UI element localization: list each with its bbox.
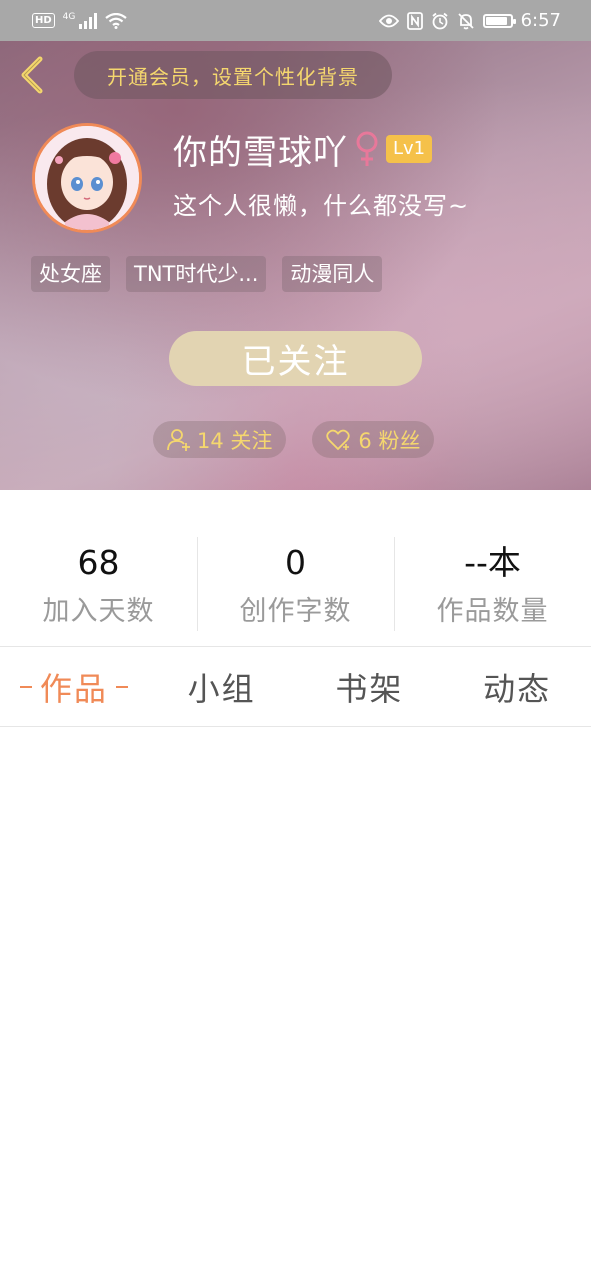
add-user-icon <box>167 428 190 451</box>
vip-background-banner[interactable]: 开通会员，设置个性化背景 <box>74 51 392 99</box>
level-badge: Lv1 <box>386 135 433 163</box>
tag-list: 处女座 TNT时代少... 动漫同人 <box>31 256 383 292</box>
mute-bell-icon <box>457 12 474 29</box>
status-bar: HD 4G 6:57 <box>0 0 591 41</box>
stat-word-count: 0 创作字数 <box>197 537 394 631</box>
nfc-icon <box>406 11 423 30</box>
chevron-left-icon <box>21 56 43 94</box>
female-icon <box>356 131 378 166</box>
status-right: 6:57 <box>378 10 561 31</box>
nickname: 你的雪球吖 <box>173 132 348 173</box>
following-button[interactable]: 14 关注 <box>153 421 287 458</box>
tag-item[interactable]: TNT时代少... <box>126 256 267 292</box>
avatar[interactable] <box>32 123 142 233</box>
tab-works[interactable]: 作品 <box>0 648 148 726</box>
wifi-icon <box>105 12 128 29</box>
stat-days-joined: 68 加入天数 <box>0 537 197 631</box>
stats-row: 68 加入天数 0 创作字数 --本 作品数量 <box>0 537 591 631</box>
heart-icon <box>326 429 351 450</box>
stat-label: 作品数量 <box>436 596 549 627</box>
tab-label: 小组 <box>187 670 256 708</box>
following-count: 14 关注 <box>197 428 273 453</box>
nickname-row: 你的雪球吖 Lv1 <box>173 125 433 173</box>
eye-icon <box>378 14 399 27</box>
tab-groups[interactable]: 小组 <box>148 648 296 726</box>
tab-bar: 作品 小组 书架 动态 <box>0 648 591 726</box>
tab-indicator <box>115 686 128 688</box>
back-button[interactable] <box>12 53 52 97</box>
profile-header: 开通会员，设置个性化背景 你的雪球吖 Lv1 这个人很懒，什么都没写~ 处女座 … <box>0 41 591 490</box>
tab-label: 作品 <box>39 670 108 708</box>
signal-icon <box>79 12 98 29</box>
followers-button[interactable]: 6 粉丝 <box>312 421 435 458</box>
battery-icon <box>482 13 516 28</box>
battery-level <box>485 16 507 25</box>
stat-label: 创作字数 <box>239 596 352 627</box>
alarm-icon <box>432 12 448 29</box>
status-time: 6:57 <box>520 10 561 31</box>
stat-works-count: --本 作品数量 <box>394 537 591 631</box>
follow-button[interactable]: 已关注 <box>169 331 422 386</box>
tab-label: 书架 <box>335 670 404 708</box>
status-left: HD 4G <box>32 11 128 29</box>
divider <box>0 646 591 647</box>
tab-bookshelf[interactable]: 书架 <box>296 648 444 726</box>
stat-label: 加入天数 <box>42 596 155 627</box>
tab-indicator <box>19 686 32 688</box>
followers-count: 6 粉丝 <box>358 428 421 453</box>
tab-activity[interactable]: 动态 <box>443 648 591 726</box>
avatar-image <box>35 126 139 230</box>
profile-page: HD 4G 6:57 开通会员，设置个性化背景 你的雪球吖 Lv1 这个人很懒，… <box>0 0 591 1280</box>
tag-item[interactable]: 处女座 <box>31 256 110 292</box>
stat-value: 0 <box>285 543 306 582</box>
content-area <box>0 727 591 1280</box>
bio: 这个人很懒，什么都没写~ <box>173 192 470 220</box>
stat-value: 68 <box>77 543 120 582</box>
tab-label: 动态 <box>483 670 552 708</box>
stat-value: --本 <box>464 543 521 582</box>
social-stats: 14 关注 6 粉丝 <box>153 421 435 458</box>
hd-icon: HD <box>32 13 55 28</box>
network-type-label: 4G <box>62 11 76 22</box>
tag-item[interactable]: 动漫同人 <box>282 256 383 292</box>
